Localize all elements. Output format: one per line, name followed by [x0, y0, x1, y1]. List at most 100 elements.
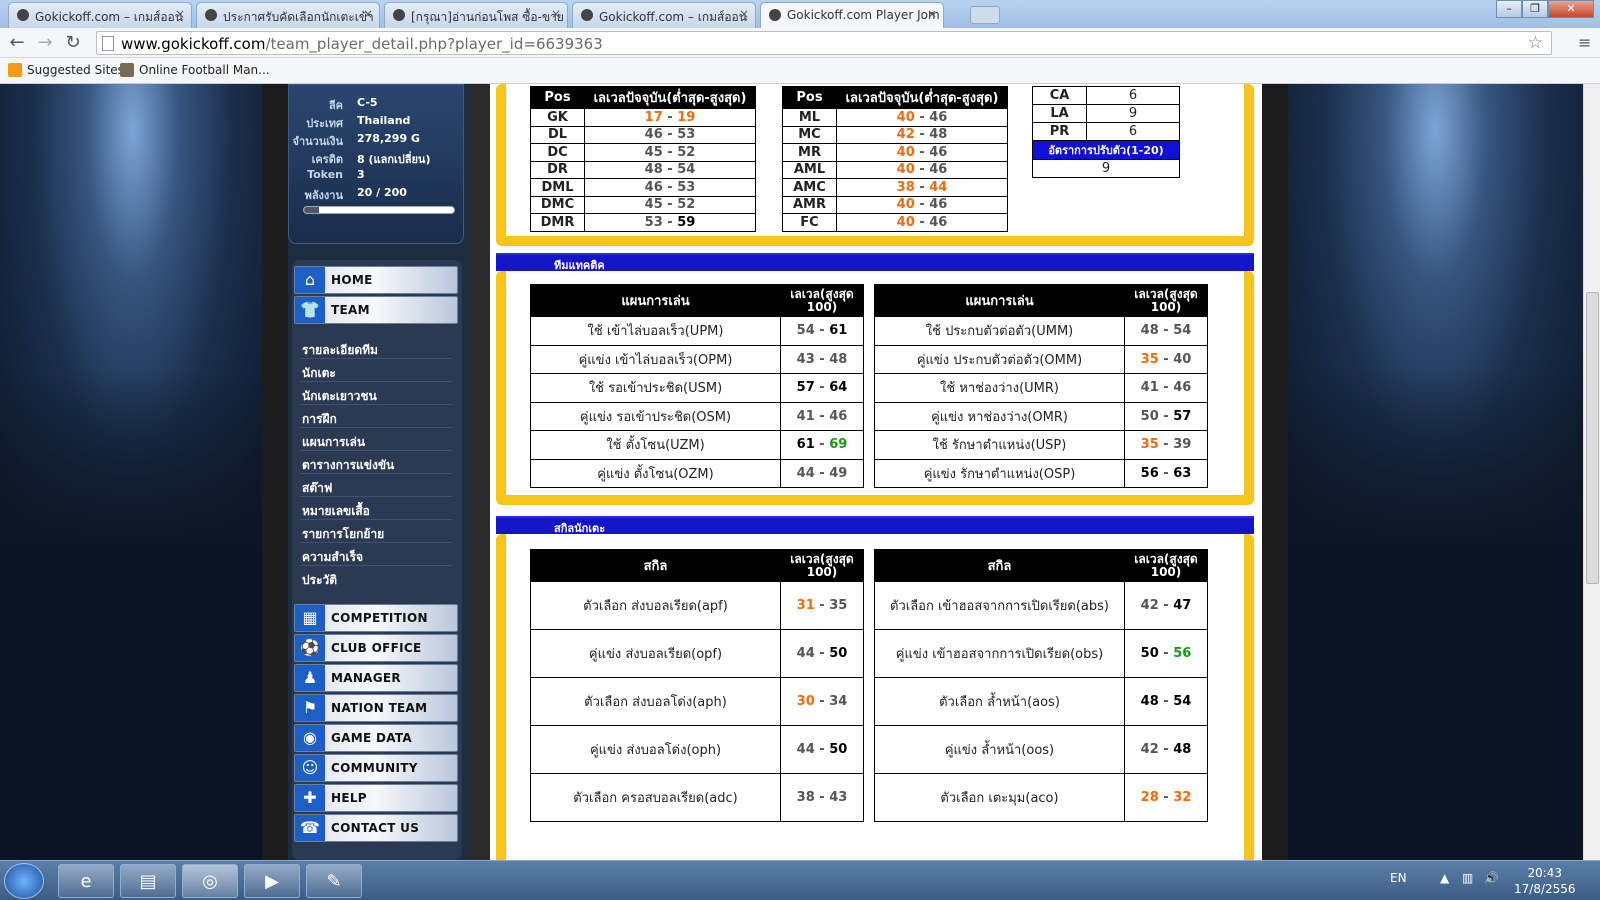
browser-tab-active[interactable]: Gokickoff.com Player Jom × — [760, 2, 944, 28]
menu-competition-button[interactable]: ▦ COMPETITION — [294, 604, 458, 632]
new-tab-button[interactable] — [970, 6, 1000, 24]
level-name: ใช้ รักษาตำแหน่ง(USP) — [874, 430, 1125, 460]
position-row: ML 40 - 46 — [782, 108, 1008, 127]
close-tab-icon[interactable]: × — [175, 7, 185, 21]
windows-taskbar: e ▤ ◎ ▶ ✎ EN ▲ ▥ 🔊 20:43 17/8/2556 — [0, 860, 1600, 900]
language-indicator[interactable]: EN — [1390, 871, 1407, 885]
la-label: LA — [1032, 104, 1087, 123]
level-name: ตัวเลือก ส่งบอลเรียด(apf) — [530, 581, 781, 630]
level-separator: - — [1158, 437, 1174, 453]
browser-tab[interactable]: Gokickoff.com – เกมส์ออน × — [8, 2, 192, 28]
level-range: 42 - 47 — [1124, 581, 1208, 630]
menu-manager-button[interactable]: ♟ MANAGER — [294, 664, 458, 692]
submenu-training[interactable]: การฝึก — [300, 406, 452, 428]
close-window-icon[interactable]: ✕ — [1548, 0, 1594, 18]
forward-arrow-icon[interactable]: → — [34, 32, 56, 54]
level-min: 48 — [1140, 694, 1159, 709]
level-range: 61 - 69 — [780, 430, 864, 460]
close-tab-icon[interactable]: × — [927, 7, 937, 21]
system-clock[interactable]: 20:43 17/8/2556 — [1514, 865, 1576, 897]
maximize-icon[interactable]: ❐ — [1522, 0, 1548, 18]
file-explorer-icon[interactable]: ▤ — [120, 864, 176, 898]
submenu-team-details[interactable]: รายละเอียดทีม — [300, 337, 452, 359]
level-name: คู่แข่ง ตั้งโซน(OZM) — [530, 458, 781, 488]
menu-community-button[interactable]: ☺ COMMUNITY — [294, 754, 458, 782]
volume-icon[interactable]: 🔊 — [1484, 871, 1499, 885]
menu-nation-team-button[interactable]: ⚑ NATION TEAM — [294, 694, 458, 722]
menu-club-office-button[interactable]: ⚽ CLUB OFFICE — [294, 634, 458, 662]
level-max: 34 — [829, 694, 848, 709]
position-level: 40 - 46 — [836, 213, 1008, 232]
submenu-youth-players[interactable]: นักเตะเยาวชน — [300, 383, 452, 405]
back-arrow-icon[interactable]: ← — [6, 32, 28, 54]
phone-icon: ☎ — [295, 815, 325, 841]
page-scrollbar[interactable] — [1583, 84, 1600, 860]
submenu-transfers[interactable]: รายการโยกย้าย — [300, 521, 452, 543]
tray-arrow-icon[interactable]: ▲ — [1440, 871, 1449, 885]
stadium-background-right — [1288, 84, 1583, 549]
browser-tab[interactable]: ประกาศรับคัดเลือกนักเตะเข้า × — [196, 2, 380, 28]
scrollbar-thumb[interactable] — [1586, 292, 1599, 584]
level-max: 59 — [677, 214, 696, 230]
close-tab-icon[interactable]: × — [363, 7, 373, 21]
level-max: 46 — [829, 408, 848, 424]
media-player-icon[interactable]: ▶ — [244, 864, 300, 898]
main-menu: ⌂ HOME 👕 TEAM รายละเอียดทีม นักเตะ นักเตะเ… — [292, 260, 462, 860]
address-bar[interactable]: www.gokickoff.com/team_player_detail.php… — [96, 31, 1552, 55]
internet-explorer-icon[interactable]: e — [58, 864, 114, 898]
minimize-icon[interactable]: – — [1496, 0, 1522, 18]
chrome-menu-icon[interactable]: ≡ — [1578, 33, 1594, 52]
bookmark-suggested-sites[interactable]: Suggested Sites — [8, 63, 124, 77]
level-max: 53 — [677, 127, 696, 143]
close-tab-icon[interactable]: × — [739, 7, 749, 21]
skill-level-header: เลเวล(สูงสุด 100) — [780, 549, 864, 582]
reload-icon[interactable]: ↻ — [62, 32, 84, 54]
network-icon[interactable]: ▥ — [1462, 871, 1473, 885]
menu-home-button[interactable]: ⌂ HOME — [294, 266, 458, 294]
level-max: 46 — [929, 214, 948, 230]
paint-icon[interactable]: ✎ — [306, 864, 362, 898]
bookmark-star-icon[interactable]: ☆ — [1528, 33, 1543, 53]
pr-label: PR — [1032, 122, 1087, 141]
level-max: 48 — [1173, 742, 1192, 757]
position-code: MC — [782, 125, 837, 144]
submenu-shirt-numbers[interactable]: หมายเลขเสื้อ — [300, 498, 452, 520]
level-name: คู่แข่ง หาช่องว่าง(OMR) — [874, 401, 1125, 431]
info-row-credit[interactable]: เครดิต 8 (แลกเปลี่ยน) — [289, 150, 465, 168]
chrome-icon[interactable]: ◎ — [182, 864, 238, 898]
position-row: MC 42 - 48 — [782, 125, 1008, 144]
flag-icon: ⚑ — [295, 695, 325, 721]
menu-help-button[interactable]: ✚ HELP — [294, 784, 458, 812]
lifebuoy-icon: ✚ — [295, 785, 325, 811]
favicon-icon — [581, 9, 593, 21]
position-code: DML — [530, 178, 585, 197]
bookmark-label: Online Football Man... — [139, 63, 270, 77]
level-name: ตัวเลือก ครอสบอลเรียด(adc) — [530, 773, 781, 822]
menu-game-data-button[interactable]: ◉ GAME DATA — [294, 724, 458, 752]
left-sidebar: ลีค C-5 ประเทศ Thailand จำนวนเงิน 278,299 G… — [288, 84, 470, 860]
info-row-money: จำนวนเงิน 278,299 G — [292, 132, 420, 148]
submenu-achievements[interactable]: ความสำเร็จ — [300, 544, 452, 566]
submenu-players[interactable]: นักเตะ — [300, 360, 452, 382]
level-name: คู่แข่ง เข้าฮอสจากการเปิดเรียด(obs) — [874, 629, 1125, 678]
submenu-history[interactable]: ประวัติ — [300, 567, 452, 589]
position-code: MR — [782, 143, 837, 162]
level-min: 40 — [896, 109, 915, 125]
close-tab-icon[interactable]: × — [551, 7, 561, 21]
level-row: ตัวเลือก ล้ำหน้า(aos) 48 - 54 — [874, 677, 1208, 726]
windows-start-icon[interactable] — [4, 863, 44, 899]
menu-team-button[interactable]: 👕 TEAM — [294, 296, 458, 324]
page-border-left — [262, 84, 288, 860]
level-separator: - — [814, 351, 830, 367]
submenu-tactics[interactable]: แผนการเล่น — [300, 429, 452, 451]
menu-contact-us-button[interactable]: ☎ CONTACT US — [294, 814, 458, 842]
position-level: 53 - 59 — [584, 213, 756, 232]
browser-tab[interactable]: Gokickoff.com – เกมส์ออน × — [572, 2, 756, 28]
level-min: 40 — [896, 162, 915, 178]
level-separator: - — [1158, 790, 1174, 805]
position-level: 40 - 46 — [836, 108, 1008, 127]
bookmark-online-football[interactable]: Online Football Man... — [120, 63, 270, 77]
submenu-fixtures[interactable]: ตารางการแข่งขัน — [300, 452, 452, 474]
submenu-staff[interactable]: สต๊าฟ — [300, 475, 452, 497]
browser-tab[interactable]: [กรุณา]อ่านก่อนโพส ซื้อ-ขาย × — [384, 2, 568, 28]
